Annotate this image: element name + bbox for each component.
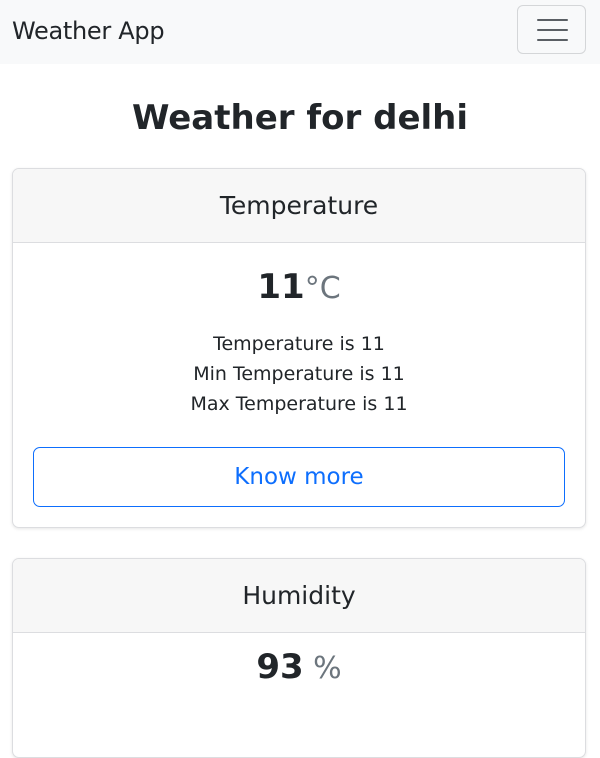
humidity-card-header: Humidity bbox=[13, 559, 585, 633]
humidity-card: Humidity 93 % bbox=[12, 558, 586, 758]
temperature-number: 11 bbox=[257, 267, 305, 307]
page-title: Weather for delhi bbox=[131, 98, 469, 138]
navbar-toggler-button[interactable] bbox=[517, 5, 586, 54]
temperature-card-header: Temperature bbox=[13, 169, 585, 243]
humidity-unit: % bbox=[303, 651, 342, 686]
hamburger-menu-icon bbox=[537, 19, 568, 42]
temperature-unit: °C bbox=[304, 271, 341, 306]
min-temperature-line: Min Temperature is 11 bbox=[193, 363, 405, 385]
humidity-value: 93 % bbox=[13, 647, 585, 693]
navbar-brand[interactable]: Weather App bbox=[12, 15, 165, 47]
temperature-details: Temperature is 11 Min Temperature is 11 … bbox=[13, 329, 585, 419]
temperature-value: 11°C bbox=[13, 267, 585, 313]
temperature-card: Temperature 11°C Temperature is 11 Min T… bbox=[12, 168, 586, 528]
humidity-number: 93 bbox=[256, 647, 304, 687]
max-temperature-line: Max Temperature is 11 bbox=[190, 393, 408, 415]
temperature-line: Temperature is 11 bbox=[213, 333, 385, 355]
navbar: Weather App bbox=[0, 0, 600, 64]
know-more-button[interactable]: Know more bbox=[33, 447, 565, 507]
